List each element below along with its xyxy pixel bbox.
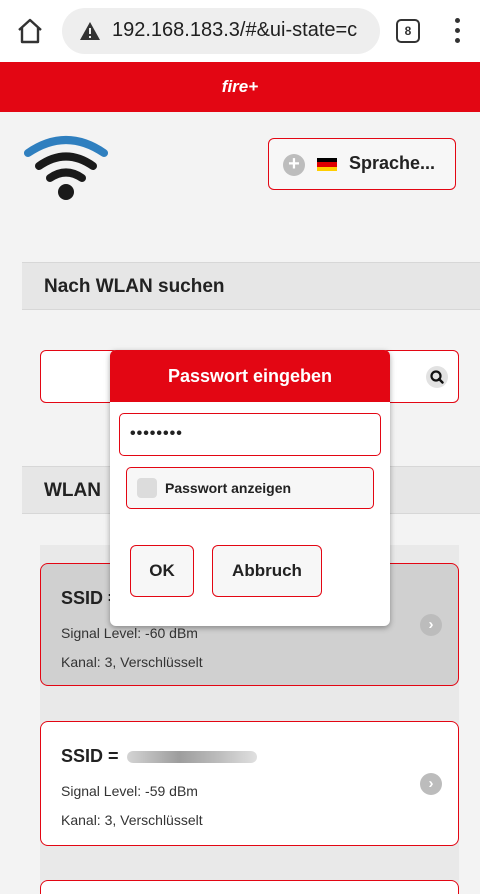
browser-toolbar: 192.168.183.3/#&ui-state=c 8 <box>0 0 480 62</box>
chevron-right-icon[interactable]: › <box>420 772 442 795</box>
address-bar[interactable]: 192.168.183.3/#&ui-state=c <box>62 8 380 54</box>
language-button[interactable]: + Sprache... <box>268 138 456 190</box>
search-icon[interactable] <box>426 366 448 388</box>
show-password-label: Passwort anzeigen <box>165 480 292 496</box>
ok-button[interactable]: OK <box>130 545 194 597</box>
cancel-button[interactable]: Abbruch <box>212 545 322 597</box>
password-dialog: Passwort eingeben •••••••• Passwort anze… <box>110 350 390 626</box>
dialog-title: Passwort eingeben <box>110 350 390 402</box>
show-password-toggle[interactable]: Passwort anzeigen <box>126 467 374 509</box>
signal-level: Signal Level: -60 dBm <box>61 625 198 641</box>
network-item[interactable]: SSID = Signal Level: -59 dBm Kanal: 3, V… <box>40 721 459 846</box>
signal-level: Signal Level: -59 dBm <box>61 783 198 799</box>
wifi-logo <box>24 136 108 200</box>
ssid-label: SSID = <box>61 746 257 767</box>
search-section-title: Nach WLAN suchen <box>22 262 480 310</box>
warning-icon[interactable] <box>79 21 101 41</box>
url-text[interactable]: 192.168.183.3/#&ui-state=c <box>112 19 374 42</box>
ssid-redacted <box>126 751 257 764</box>
menu-icon[interactable] <box>450 16 464 46</box>
plus-icon: + <box>283 154 305 176</box>
channel-info: Kanal: 3, Verschlüsselt <box>61 812 203 828</box>
password-field[interactable]: •••••••• <box>119 413 381 456</box>
language-label: Sprache... <box>349 153 436 173</box>
show-password-checkbox[interactable] <box>137 478 157 498</box>
network-item[interactable] <box>40 880 459 894</box>
home-icon[interactable] <box>16 17 44 45</box>
flag-icon <box>317 158 337 171</box>
channel-info: Kanal: 3, Verschlüsselt <box>61 654 203 670</box>
chevron-right-icon[interactable]: › <box>420 613 442 636</box>
app-title: fire+ <box>0 62 480 112</box>
tabs-icon[interactable]: 8 <box>396 19 420 43</box>
